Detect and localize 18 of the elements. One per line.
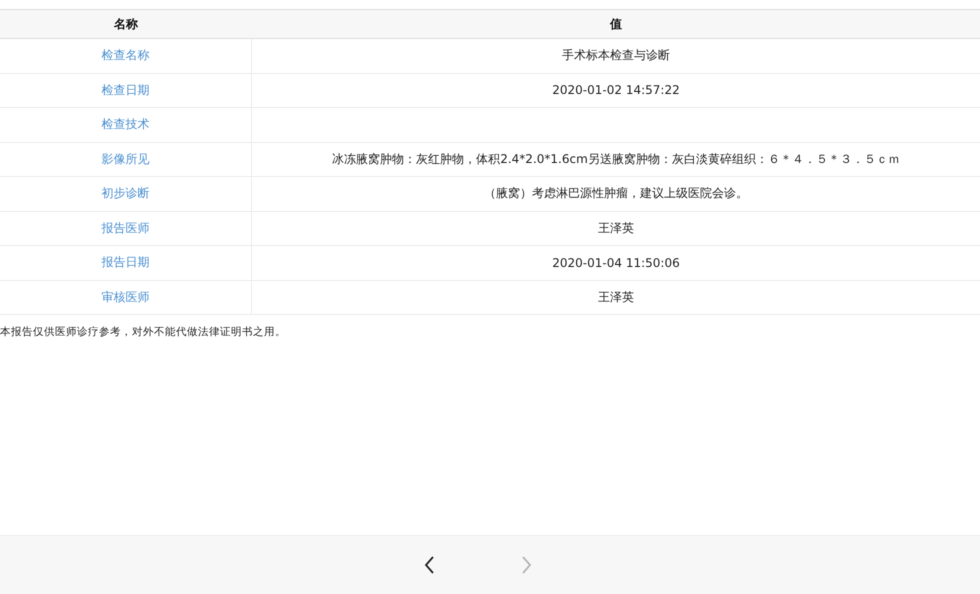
field-name-cell: 报告医师 [0,211,252,246]
field-name-cell: 初步诊断 [0,176,252,211]
field-name-cell: 影像所见 [0,142,252,176]
field-value-cell: 冰冻腋窝肿物：灰红肿物，体积2.4*2.0*1.6cm另送腋窝肿物：灰白淡黄碎组织：６＊４．５＊３．５ｃｍ [252,142,980,176]
field-name-cell: 检查技术 [0,108,252,142]
field-name-cell: 检查名称 [0,38,252,73]
field-value-cell: 2020-01-02 14:57:22 [252,73,980,108]
disclaimer-text: 本报告仅供医师诊疗参考，对外不能代做法律证明书之用。 [0,325,286,339]
field-value-cell: 王泽英 [252,280,980,314]
column-header: 名称 [0,10,252,38]
column-header: 值 [252,10,980,38]
field-name-cell: 检查日期 [0,73,252,108]
field-name-cell: 审核医师 [0,280,252,314]
field-value-cell: 王泽英 [252,211,980,246]
field-value-cell: 2020-01-04 11:50:06 [252,246,980,280]
field-value-cell: 手术标本检查与诊断 [252,38,980,73]
field-name-cell: 报告日期 [0,246,252,280]
field-value-cell: （腋窝）考虑淋巴源性肿瘤，建议上级医院会诊。 [252,176,980,211]
